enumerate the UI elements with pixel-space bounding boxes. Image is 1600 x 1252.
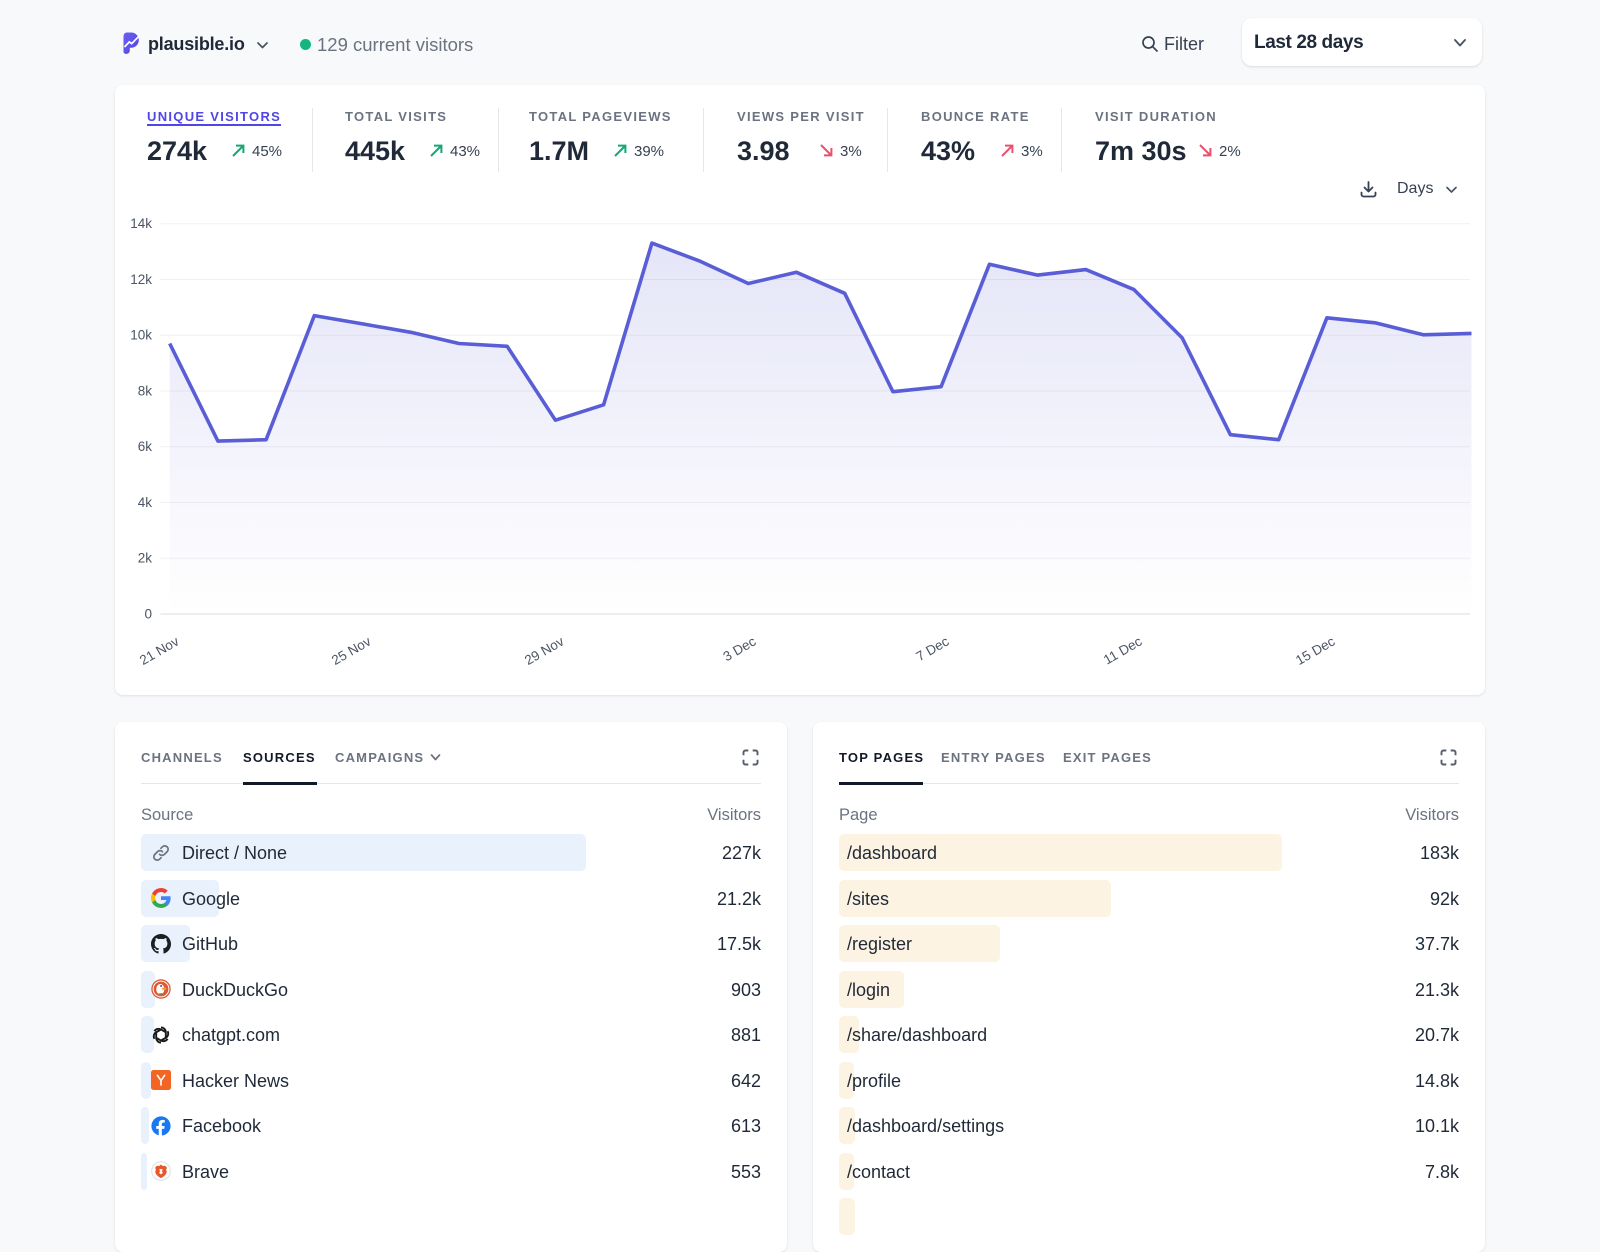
svg-text:3 Dec: 3 Dec: [720, 633, 758, 664]
svg-text:6k: 6k: [138, 439, 153, 454]
svg-text:14k: 14k: [130, 216, 152, 231]
svg-text:25 Nov: 25 Nov: [329, 633, 374, 668]
svg-text:2k: 2k: [138, 551, 153, 566]
svg-text:8k: 8k: [138, 384, 153, 399]
svg-text:0: 0: [144, 607, 152, 622]
svg-text:29 Nov: 29 Nov: [522, 633, 567, 668]
svg-text:11 Dec: 11 Dec: [1101, 633, 1145, 667]
svg-text:4k: 4k: [138, 495, 153, 510]
svg-text:7 Dec: 7 Dec: [913, 633, 951, 664]
svg-text:10k: 10k: [130, 328, 152, 343]
svg-text:12k: 12k: [130, 272, 152, 287]
svg-text:21 Nov: 21 Nov: [137, 633, 182, 668]
svg-text:15 Dec: 15 Dec: [1293, 633, 1338, 668]
